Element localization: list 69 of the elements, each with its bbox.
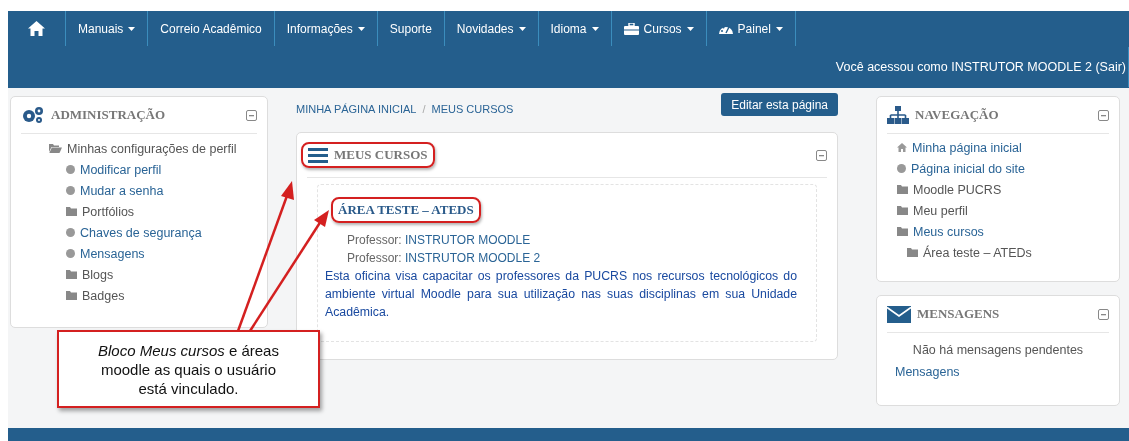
teacher-link[interactable]: INSTRUTOR MOODLE — [405, 233, 531, 247]
tree-item[interactable]: Mensagens — [66, 243, 145, 264]
folder-icon — [49, 144, 62, 153]
teacher-line: Professor: INSTRUTOR MOODLE 2 — [347, 250, 542, 267]
caret-icon — [357, 26, 365, 31]
nav-menu-item[interactable]: Manuais — [66, 11, 148, 46]
tree-item[interactable]: Meus cursos — [897, 221, 984, 242]
bullet-icon — [66, 165, 75, 174]
tree-item[interactable]: Página inicial do site — [897, 158, 1025, 179]
teacher-line: Professor: INSTRUTOR MOODLE — [347, 232, 532, 249]
messages-link[interactable]: Mensagens — [887, 357, 1109, 379]
envelope-icon — [887, 305, 911, 323]
tree-item[interactable]: Modificar perfil — [66, 159, 162, 180]
collapse-icon[interactable] — [1098, 308, 1109, 320]
login-info: Você acessou como INSTRUTOR MOODLE 2 (Sair) — [835, 47, 1129, 87]
breadcrumb-link[interactable]: MINHA PÁGINA INICIAL — [296, 103, 417, 115]
caret-icon — [591, 26, 599, 31]
tree-item[interactable]: Área teste – ATEDs — [907, 242, 1032, 263]
tree-item[interactable]: Badges — [66, 285, 125, 306]
menu-icon — [308, 147, 328, 163]
nav-menu-item[interactable]: Idioma — [538, 11, 611, 46]
caret-icon — [128, 26, 136, 31]
collapse-icon[interactable] — [1098, 109, 1109, 121]
tree-item[interactable]: Minhas configurações de perfil — [49, 138, 237, 159]
gears-icon — [21, 106, 45, 124]
empty-messages-text: Não há mensagens pendentes — [911, 342, 1085, 357]
caret-icon — [686, 26, 694, 31]
tree-item[interactable]: Chaves de segurança — [66, 222, 202, 243]
block-title: ADMINISTRAÇÃO — [51, 107, 167, 123]
caret-icon — [518, 26, 526, 31]
nav-menu-item[interactable]: Informações — [274, 11, 377, 46]
tree-item[interactable]: Minha página inicial — [897, 137, 1022, 158]
course-summary: Esta oficina visa capacitar os professores da PUCRS nos recursos tecnológicos do ambiente virtual Moodle para sua utilização nas suas disciplinas em sua Unidade Acadêmica. — [325, 268, 798, 321]
home-icon — [897, 143, 907, 152]
tree-item[interactable]: Mudar a senha — [66, 180, 164, 201]
folder-icon — [66, 207, 77, 216]
nav-menu-item[interactable]: Suporte — [377, 11, 444, 46]
tree-item[interactable]: Blogs — [66, 264, 114, 285]
nav-menu-item[interactable]: Novidades — [444, 11, 538, 46]
folder-icon — [66, 291, 77, 300]
block-title: MENSAGENS — [917, 306, 1001, 322]
breadcrumb-link[interactable]: MEUS CURSOS — [431, 103, 514, 115]
teacher-link[interactable]: INSTRUTOR MOODLE 2 — [405, 251, 541, 265]
tree-item[interactable]: Moodle PUCRS — [897, 179, 1002, 200]
bullet-icon — [66, 228, 75, 237]
sitemap-icon — [887, 106, 909, 124]
tree-item[interactable]: Portfólios — [66, 201, 135, 222]
block-title: MEUS CURSOS — [334, 147, 428, 163]
folder-icon — [897, 185, 908, 194]
folder-icon — [66, 270, 77, 279]
collapse-icon[interactable] — [246, 109, 257, 121]
briefcase-icon — [623, 22, 639, 35]
bullet-icon — [66, 186, 75, 195]
caret-icon — [775, 26, 783, 31]
collapse-icon[interactable] — [816, 149, 827, 161]
nav-menu-item[interactable]: Cursos — [611, 11, 706, 46]
course-title-link[interactable]: ÁREA TESTE – ATEDS — [338, 202, 474, 218]
edit-page-button[interactable]: Editar esta página — [721, 93, 838, 116]
callout-text: Bloco Meus cursos e áreas moodle as quais o usuário está vinculado. — [97, 340, 280, 398]
bullet-icon — [66, 249, 75, 258]
block-title: NAVEGAÇÃO — [915, 107, 1000, 123]
tree-item[interactable]: Meu perfil — [897, 200, 968, 221]
breadcrumb-separator: / — [422, 103, 426, 115]
nav-menu-item[interactable]: Correio Acadêmico — [148, 11, 274, 46]
folder-icon — [897, 206, 908, 215]
nav-menu-item[interactable]: Painel — [706, 11, 795, 46]
folder-icon — [897, 227, 908, 236]
bullet-icon — [897, 164, 906, 173]
folder-icon — [907, 248, 918, 257]
